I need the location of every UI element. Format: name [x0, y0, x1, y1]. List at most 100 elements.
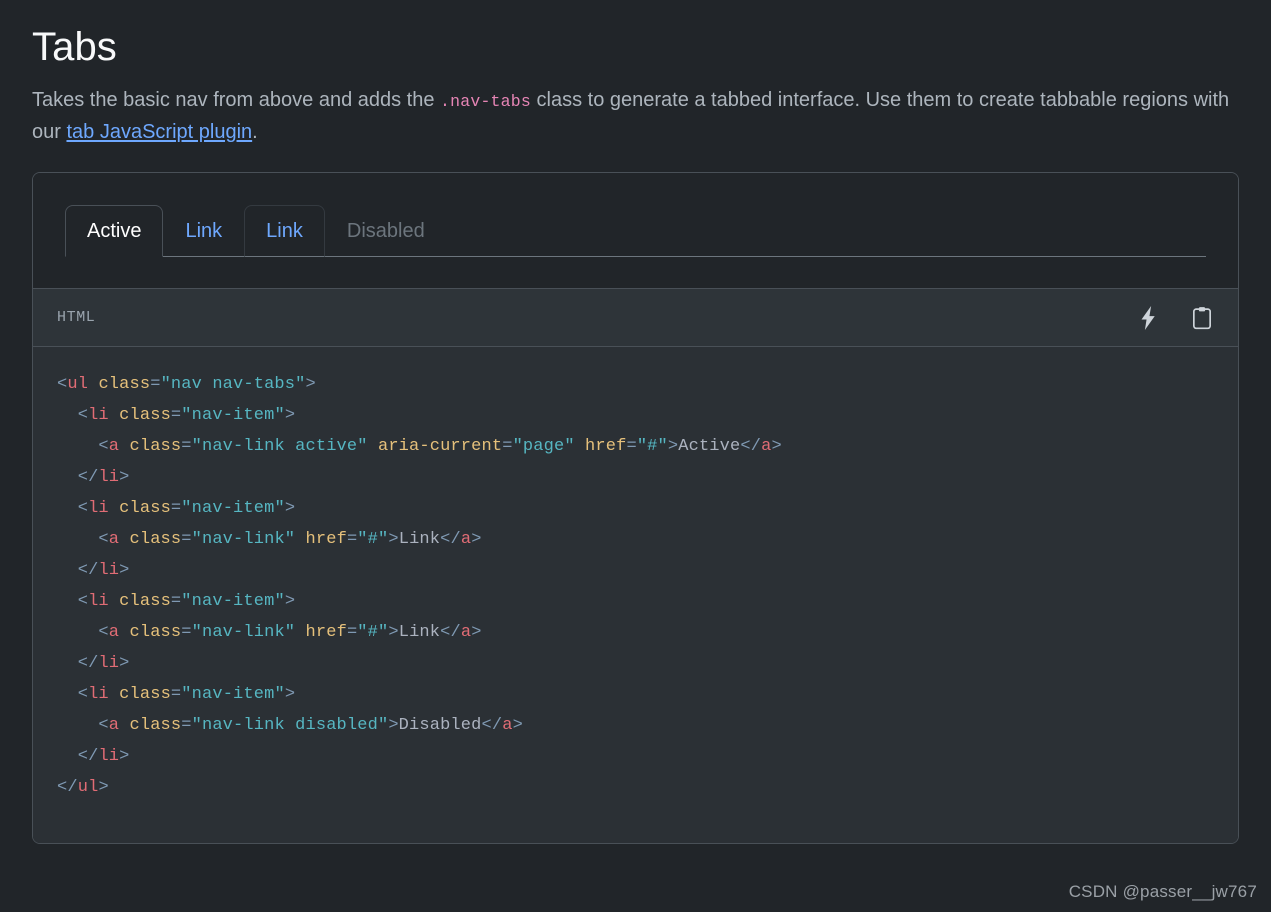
code-token-attr: class	[119, 406, 171, 425]
code-token-attr: class	[119, 685, 171, 704]
code-token-attr: class	[129, 623, 182, 642]
code-token-attr: aria-current	[377, 437, 503, 456]
description-text-part1: Takes the basic nav from above and adds …	[32, 89, 441, 111]
code-token-punc: </	[77, 468, 99, 487]
code-actions	[1134, 304, 1216, 332]
code-token-punc: =	[626, 437, 637, 456]
inline-code-nav-tabs: .nav-tabs	[440, 92, 531, 111]
code-token-text: Link	[398, 530, 441, 549]
code-token-punc: >	[284, 499, 296, 518]
description-text-part3: .	[252, 121, 258, 143]
watermark: CSDN @passer__jw767	[1068, 882, 1257, 901]
code-token-punc: >	[284, 592, 296, 611]
tab-link-1[interactable]: Link	[163, 205, 244, 257]
code-token-punc: =	[170, 685, 182, 704]
code-token-punc: </	[481, 716, 503, 735]
code-token-punc: <	[57, 375, 68, 394]
code-token-tag: a	[460, 623, 472, 642]
code-token-val: "nav-link"	[191, 530, 296, 549]
code-token-punc: <	[77, 499, 89, 518]
clipboard-icon[interactable]	[1188, 304, 1216, 332]
code-token-punc: >	[667, 437, 679, 456]
example-card: Active Link Link Disabled HTML <ul class…	[32, 172, 1239, 844]
code-token-punc: =	[502, 437, 513, 456]
tab-active-0[interactable]: Active	[65, 205, 164, 257]
code-token-punc: >	[284, 406, 296, 425]
code-token-tag: a	[108, 530, 120, 549]
code-token-val: "nav-item"	[181, 406, 285, 425]
code-token-punc: <	[77, 406, 89, 425]
code-token-tag: li	[98, 654, 120, 673]
code-language-label: HTML	[57, 309, 96, 326]
code-token-val: "#"	[636, 437, 668, 456]
code-token-punc: <	[77, 685, 89, 704]
code-token-punc: =	[150, 375, 161, 394]
code-token-tag: li	[98, 747, 120, 766]
code-token-punc: <	[77, 592, 89, 611]
code-token-tag: li	[88, 685, 109, 704]
nav-item: Active	[65, 205, 164, 257]
tabs-preview-area: Active Link Link Disabled	[33, 173, 1238, 257]
code-token-punc: =	[181, 623, 192, 642]
code-token-punc: >	[471, 623, 482, 642]
code-token-punc: </	[440, 530, 461, 549]
code-token-punc: </	[440, 623, 461, 642]
code-token-punc: >	[119, 747, 130, 766]
code-token-punc: =	[181, 716, 192, 735]
code-token-tag: a	[502, 716, 513, 735]
code-token-tag: a	[108, 437, 120, 456]
code-token-punc: >	[119, 468, 130, 487]
code-token-val: "nav-link active"	[191, 437, 368, 456]
code-token-punc: >	[98, 778, 109, 797]
code-snippet: <ul class="nav nav-tabs"> <li class="nav…	[57, 369, 1214, 803]
code-token-punc: <	[98, 716, 109, 735]
code-token-val: "nav-item"	[181, 592, 285, 611]
nav-tabs: Active Link Link Disabled	[65, 205, 1206, 257]
code-token-punc: >	[771, 437, 782, 456]
tab-javascript-plugin-link[interactable]: tab JavaScript plugin	[66, 121, 252, 143]
code-token-attr: href	[305, 530, 347, 549]
code-token-val: "page"	[512, 437, 575, 456]
page-description: Takes the basic nav from above and adds …	[32, 71, 1239, 148]
code-token-punc: >	[119, 561, 130, 580]
code-token-punc: >	[305, 375, 316, 394]
code-token-attr: class	[129, 716, 182, 735]
code-token-punc: >	[388, 716, 399, 735]
tab-link-2[interactable]: Link	[244, 205, 325, 257]
code-token-val: "nav-item"	[181, 685, 285, 704]
nav-item: Link	[244, 205, 325, 257]
code-token-val: "nav-item"	[181, 499, 285, 518]
code-header: HTML	[33, 289, 1238, 347]
code-token-punc: <	[98, 623, 109, 642]
code-token-punc: </	[77, 747, 99, 766]
code-token-tag: a	[108, 623, 120, 642]
code-token-tag: ul	[67, 375, 89, 394]
code-token-punc: <	[98, 530, 109, 549]
code-token-punc: =	[170, 499, 182, 518]
tab-disabled-3: Disabled	[346, 220, 425, 242]
code-token-val: "#"	[357, 623, 389, 642]
code-token-punc: <	[98, 437, 109, 456]
code-token-punc: >	[471, 530, 482, 549]
tabs-docs-page: Tabs Takes the basic nav from above and …	[0, 0, 1271, 912]
code-token-punc: >	[284, 685, 296, 704]
lightning-icon[interactable]	[1134, 304, 1162, 332]
code-token-attr: href	[305, 623, 347, 642]
code-token-punc: </	[77, 561, 99, 580]
code-token-attr: href	[585, 437, 627, 456]
code-token-punc: >	[512, 716, 523, 735]
